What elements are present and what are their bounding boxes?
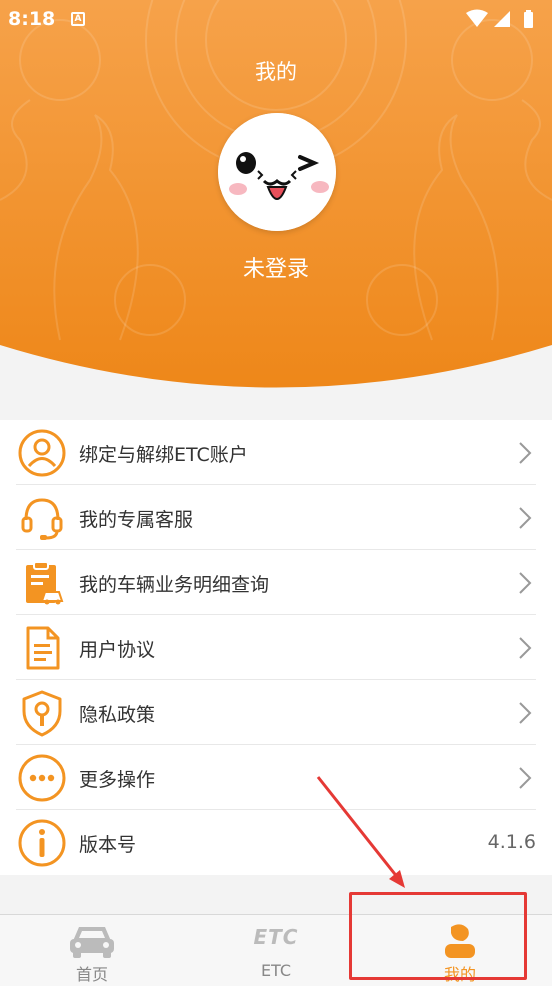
menu-item-bind-etc[interactable]: 绑定与解绑ETC账户: [0, 420, 552, 485]
status-icons: [466, 9, 533, 28]
chevron-right-icon: [519, 442, 532, 464]
menu-item-user-agreement[interactable]: 用户协议: [0, 615, 552, 680]
wifi-icon: [466, 9, 488, 27]
info-icon: [18, 819, 66, 867]
signal-icon: [494, 11, 510, 27]
menu-item-label: 我的车辆业务明细查询: [79, 574, 270, 596]
menu-item-vehicle-records[interactable]: 我的车辆业务明细查询: [0, 550, 552, 615]
tab-home[interactable]: 首页: [0, 915, 184, 986]
more-dots-icon: [18, 754, 66, 802]
chevron-right-icon: [519, 507, 532, 529]
chevron-right-icon: [519, 702, 532, 724]
battery-icon: [524, 12, 533, 28]
menu-item-more-actions[interactable]: 更多操作: [0, 745, 552, 810]
status-bar: 8:18 A: [0, 0, 552, 38]
menu-item-label: 版本号: [79, 834, 137, 856]
menu-item-label: 用户协议: [79, 639, 156, 661]
menu-item-label: 绑定与解绑ETC账户: [79, 444, 248, 466]
tab-label: ETC: [260, 961, 292, 980]
document-icon: [26, 626, 60, 670]
menu-list: 绑定与解绑ETC账户 我的专属客服 我的车辆业务明细查询 用户协议 隐私政策 更…: [0, 420, 552, 875]
menu-item-privacy-policy[interactable]: 隐私政策: [0, 680, 552, 745]
login-status[interactable]: 未登录: [0, 251, 552, 283]
highlight-box: [349, 892, 527, 980]
profile-header: 8:18 A 我的 未登录: [0, 0, 552, 395]
version-value: 4.1.6: [487, 831, 536, 853]
user-icon: [18, 429, 66, 477]
chevron-right-icon: [519, 637, 532, 659]
etc-logo-icon: ETC: [253, 925, 299, 949]
menu-item-version: 版本号 4.1.6: [0, 810, 552, 875]
car-icon: [70, 927, 114, 958]
avatar-face-icon: [218, 113, 336, 231]
chevron-right-icon: [519, 572, 532, 594]
menu-item-label: 更多操作: [79, 769, 156, 791]
chevron-right-icon: [519, 767, 532, 789]
page-title: 我的: [255, 60, 297, 84]
tab-etc[interactable]: ETC ETC: [184, 915, 368, 986]
status-time: 8:18: [8, 8, 56, 30]
shield-lock-icon: [22, 690, 62, 737]
headset-icon: [21, 498, 63, 540]
menu-item-label: 隐私政策: [79, 704, 156, 726]
avatar[interactable]: [218, 113, 336, 231]
notification-icon: A: [71, 12, 85, 26]
clipboard-car-icon: [26, 561, 64, 605]
tab-label: 首页: [75, 965, 108, 984]
menu-item-label: 我的专属客服: [79, 509, 194, 531]
menu-item-customer-service[interactable]: 我的专属客服: [0, 485, 552, 550]
